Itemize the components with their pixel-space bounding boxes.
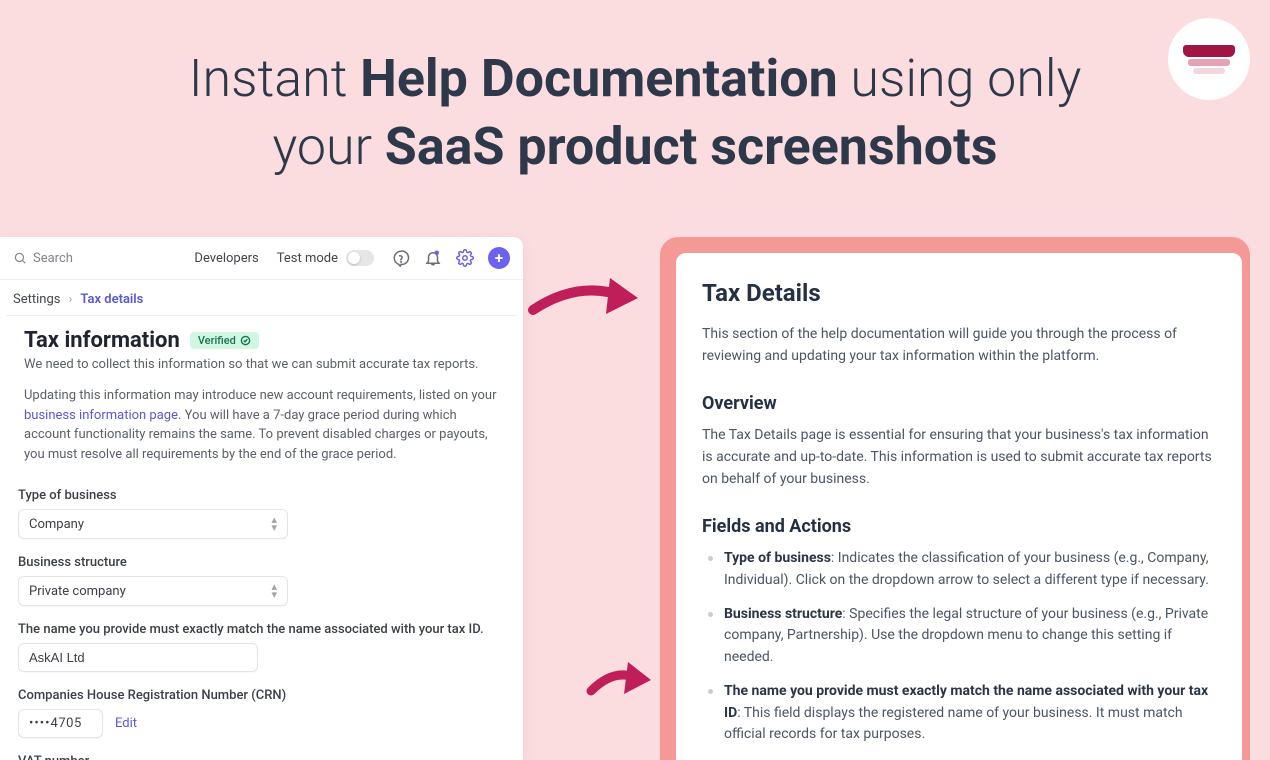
- add-button[interactable]: +: [488, 247, 510, 269]
- doc-intro: This section of the help documentation w…: [702, 324, 1216, 367]
- verified-badge: Verified: [190, 332, 259, 349]
- doc-overview-heading: Overview: [702, 390, 1216, 418]
- doc-fields-heading: Fields and Actions: [702, 513, 1216, 541]
- breadcrumb-root[interactable]: Settings: [13, 292, 60, 307]
- doc-list-item: Type of business: Indicates the classifi…: [708, 548, 1216, 591]
- doc-fields-list: Type of business: Indicates the classifi…: [702, 548, 1216, 760]
- hero-text: your: [273, 116, 385, 177]
- business-info-link[interactable]: business information page.: [24, 408, 181, 423]
- page-title: Tax information: [24, 328, 180, 353]
- chevron-updown-icon: ▴▾: [271, 516, 277, 532]
- search-icon: [13, 251, 27, 265]
- breadcrumb-current: Tax details: [80, 292, 143, 307]
- generated-doc-panel: Tax Details This section of the help doc…: [676, 253, 1242, 760]
- type-of-business-select[interactable]: Company ▴▾: [18, 509, 288, 539]
- business-structure-label: Business structure: [18, 555, 505, 570]
- nav-developers-link[interactable]: Developers: [194, 251, 258, 266]
- vat-label: VAT number: [18, 754, 505, 760]
- source-screenshot-panel: Search Developers Test mode + Settings ›…: [0, 237, 523, 760]
- test-mode-toggle[interactable]: [346, 250, 374, 266]
- search-input[interactable]: Search: [13, 251, 194, 266]
- type-of-business-label: Type of business: [18, 488, 505, 503]
- check-circle-icon: [240, 335, 251, 346]
- crn-edit-button[interactable]: Edit: [115, 716, 137, 731]
- hero-bold: SaaS product screenshots: [385, 116, 998, 177]
- arrow-icon: [528, 270, 648, 330]
- doc-list-item: The name you provide must exactly match …: [708, 681, 1216, 746]
- search-placeholder: Search: [33, 251, 73, 266]
- chevron-right-icon: ›: [68, 292, 72, 307]
- page-subtitle: We need to collect this information so t…: [24, 357, 499, 372]
- chevron-updown-icon: ▴▾: [271, 583, 277, 599]
- business-name-input[interactable]: [18, 643, 258, 672]
- hero-text: Instant: [189, 48, 360, 109]
- info-paragraph: Updating this information may introduce …: [24, 386, 499, 464]
- doc-list-item: Business structure: Specifies the legal …: [708, 604, 1216, 669]
- generated-doc-frame: Tax Details This section of the help doc…: [660, 237, 1250, 760]
- app-topbar: Search Developers Test mode +: [0, 237, 523, 280]
- test-mode-label: Test mode: [277, 251, 338, 266]
- doc-title: Tax Details: [702, 275, 1216, 312]
- crn-input[interactable]: ••••4705: [18, 709, 103, 738]
- breadcrumb: Settings › Tax details: [0, 280, 523, 315]
- bell-icon[interactable]: [424, 249, 442, 267]
- hero-bold: Help Documentation: [360, 48, 838, 109]
- arrow-icon: [586, 656, 656, 706]
- gear-icon[interactable]: [456, 249, 474, 267]
- doc-overview-text: The Tax Details page is essential for en…: [702, 425, 1216, 490]
- hero-headline: Instant Help Documentation using only yo…: [0, 0, 1270, 180]
- crn-label: Companies House Registration Number (CRN…: [18, 688, 505, 703]
- brand-logo: [1168, 18, 1250, 100]
- business-structure-select[interactable]: Private company ▴▾: [18, 576, 288, 606]
- name-match-label: The name you provide must exactly match …: [18, 622, 505, 637]
- help-icon[interactable]: [392, 249, 410, 267]
- hero-text: using only: [838, 48, 1082, 109]
